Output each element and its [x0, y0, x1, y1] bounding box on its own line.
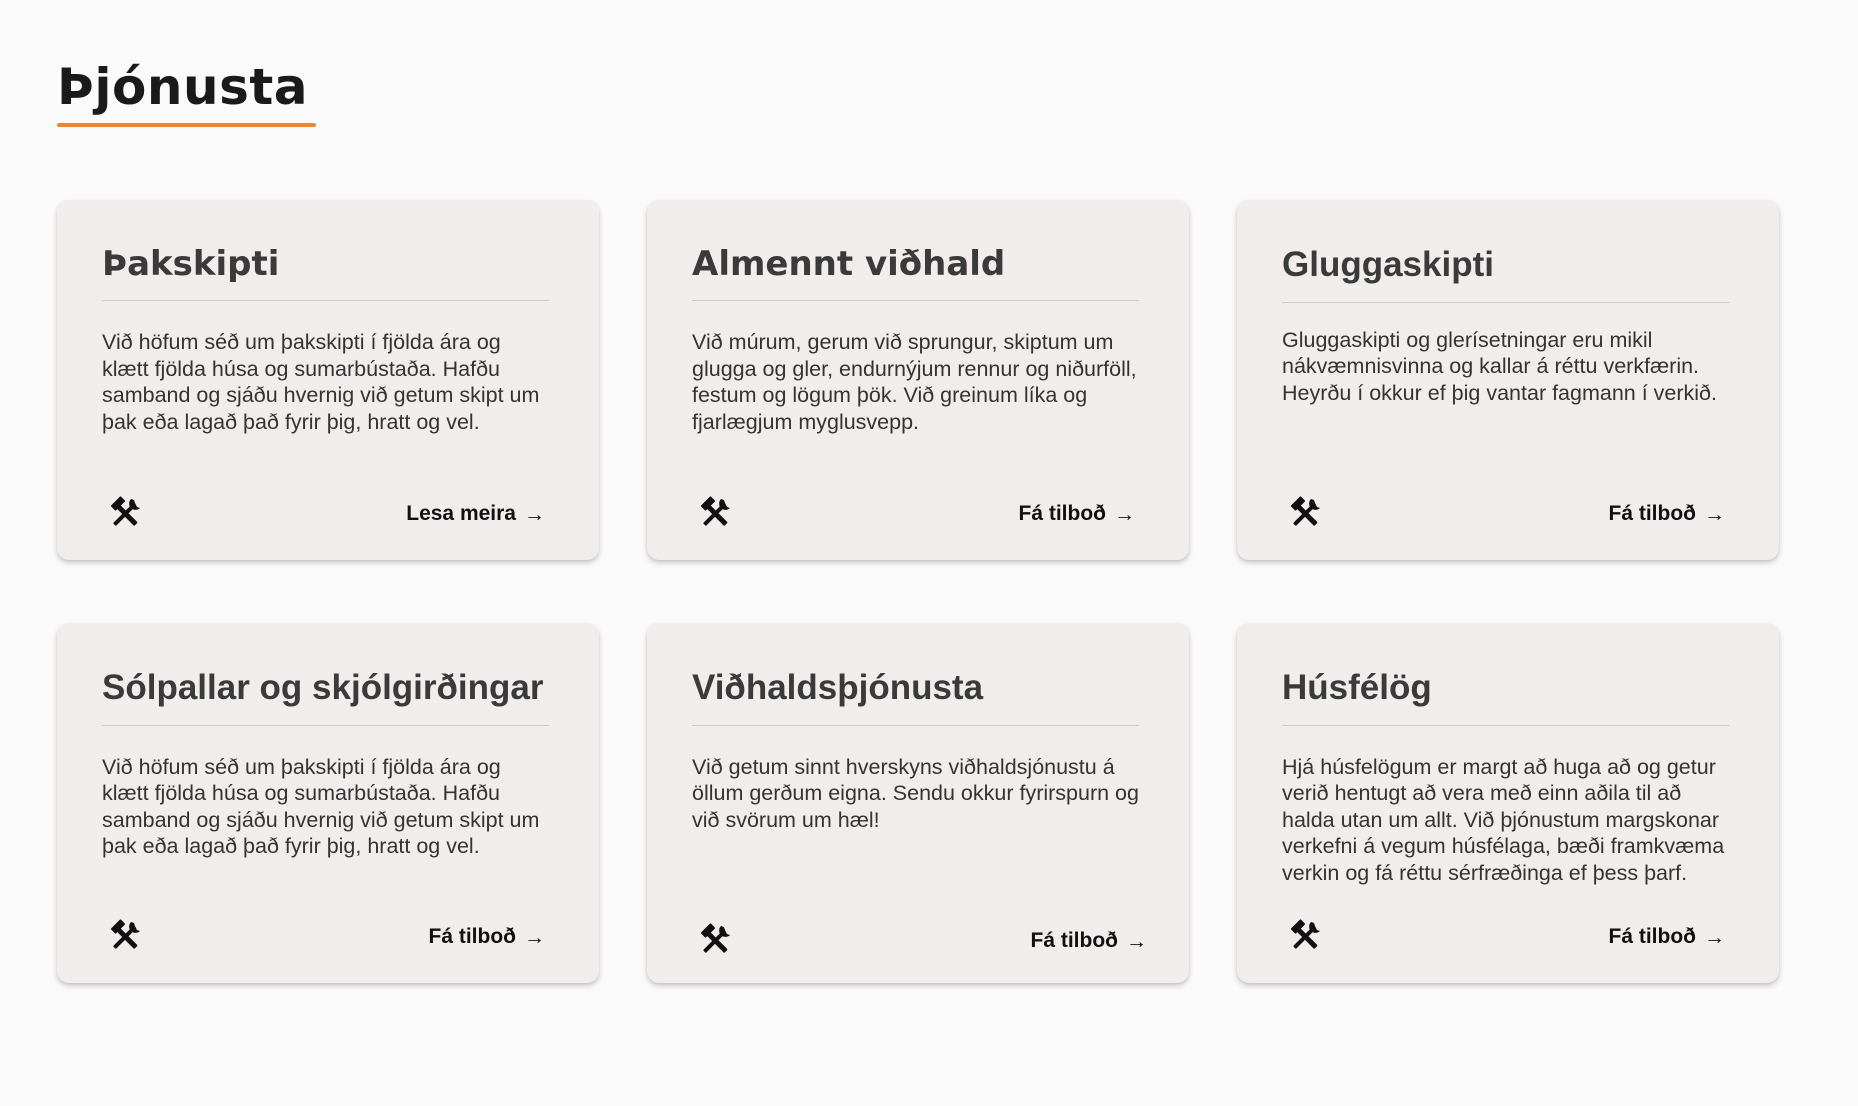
card-description: Gluggaskipti og glerísetningar eru mikil… — [1282, 327, 1717, 405]
card-title: Sólpallar og skjólgirðingar — [102, 665, 549, 726]
get-quote-link[interactable]: Fá tilboð → — [1609, 925, 1738, 949]
card-title: Húsfélög — [1282, 665, 1729, 726]
arrow-right-icon: → — [1704, 502, 1725, 526]
arrow-right-icon: → — [524, 502, 545, 526]
card-footer: Fá tilboð → — [697, 496, 1147, 532]
arrow-right-icon: → — [524, 925, 545, 949]
card-footer: Fá tilboð → — [107, 919, 557, 955]
get-quote-link[interactable]: Fá tilboð → — [1019, 502, 1148, 526]
service-card-almennt-vidhald: Almennt viðhald Við múrum, gerum við spr… — [647, 200, 1189, 560]
get-quote-link[interactable]: Fá tilboð → — [429, 925, 558, 949]
service-card-thakskipti: Þakskipti Við höfum séð um þakskipti í f… — [57, 200, 599, 560]
link-label: Fá tilboð — [1030, 929, 1119, 952]
link-label: Fá tilboð — [1608, 502, 1697, 525]
card-description: Við múrum, gerum við sprungur, skiptum u… — [692, 330, 1137, 434]
section-title: Þjónusta — [57, 60, 316, 127]
service-card-vidhaldsthjonusta: Viðhaldsþjónusta Við getum sinnt hversky… — [647, 623, 1189, 983]
link-label: Fá tilboð — [1018, 502, 1107, 525]
card-footer: Fá tilboð → — [1287, 919, 1737, 955]
hammer-wrench-icon — [1287, 496, 1323, 532]
service-card-gluggaskipti: Gluggaskipti Gluggaskipti og glerísetnin… — [1237, 200, 1779, 560]
card-title: Gluggaskipti — [1282, 242, 1729, 303]
card-description: Við höfum séð um þakskipti í fjölda ára … — [102, 754, 540, 859]
services-page: Þjónusta Þakskipti Við höfum séð um þaks… — [0, 0, 1858, 1106]
hammer-wrench-icon — [107, 496, 143, 532]
hammer-wrench-icon — [1287, 919, 1323, 955]
link-label: Lesa meira — [406, 502, 516, 525]
get-quote-link[interactable]: Fá tilboð → — [1609, 502, 1738, 526]
service-card-solpallar: Sólpallar og skjólgirðingar Við höfum sé… — [57, 623, 599, 983]
hammer-wrench-icon — [697, 923, 733, 959]
service-card-husfelog: Húsfélög Hjá húsfelögum er margt að huga… — [1237, 623, 1779, 983]
card-title: Almennt viðhald — [692, 242, 1139, 302]
link-label: Fá tilboð — [1608, 925, 1697, 948]
link-label: Fá tilboð — [428, 925, 517, 948]
card-description: Við höfum séð um þakskipti í fjölda ára … — [102, 330, 540, 434]
arrow-right-icon: → — [1704, 925, 1725, 949]
arrow-right-icon: → — [1114, 502, 1135, 526]
card-title: Viðhaldsþjónusta — [692, 665, 1139, 726]
card-title: Þakskipti — [102, 242, 549, 302]
card-description: Við getum sinnt hverskyns viðhaldsjónust… — [692, 754, 1139, 832]
hammer-wrench-icon — [107, 919, 143, 955]
card-description: Hjá húsfelögum er margt að huga að og ge… — [1282, 754, 1725, 885]
service-card-grid: Þakskipti Við höfum séð um þakskipti í f… — [57, 200, 1779, 983]
card-footer: Fá tilboð → — [1287, 496, 1737, 532]
get-quote-link[interactable]: Fá tilboð → — [1031, 929, 1148, 953]
arrow-right-icon: → — [1126, 929, 1147, 953]
card-footer: Fá tilboð → — [697, 923, 1147, 959]
card-footer: Lesa meira → — [107, 496, 557, 532]
read-more-link[interactable]: Lesa meira → — [406, 502, 557, 526]
hammer-wrench-icon — [697, 496, 733, 532]
